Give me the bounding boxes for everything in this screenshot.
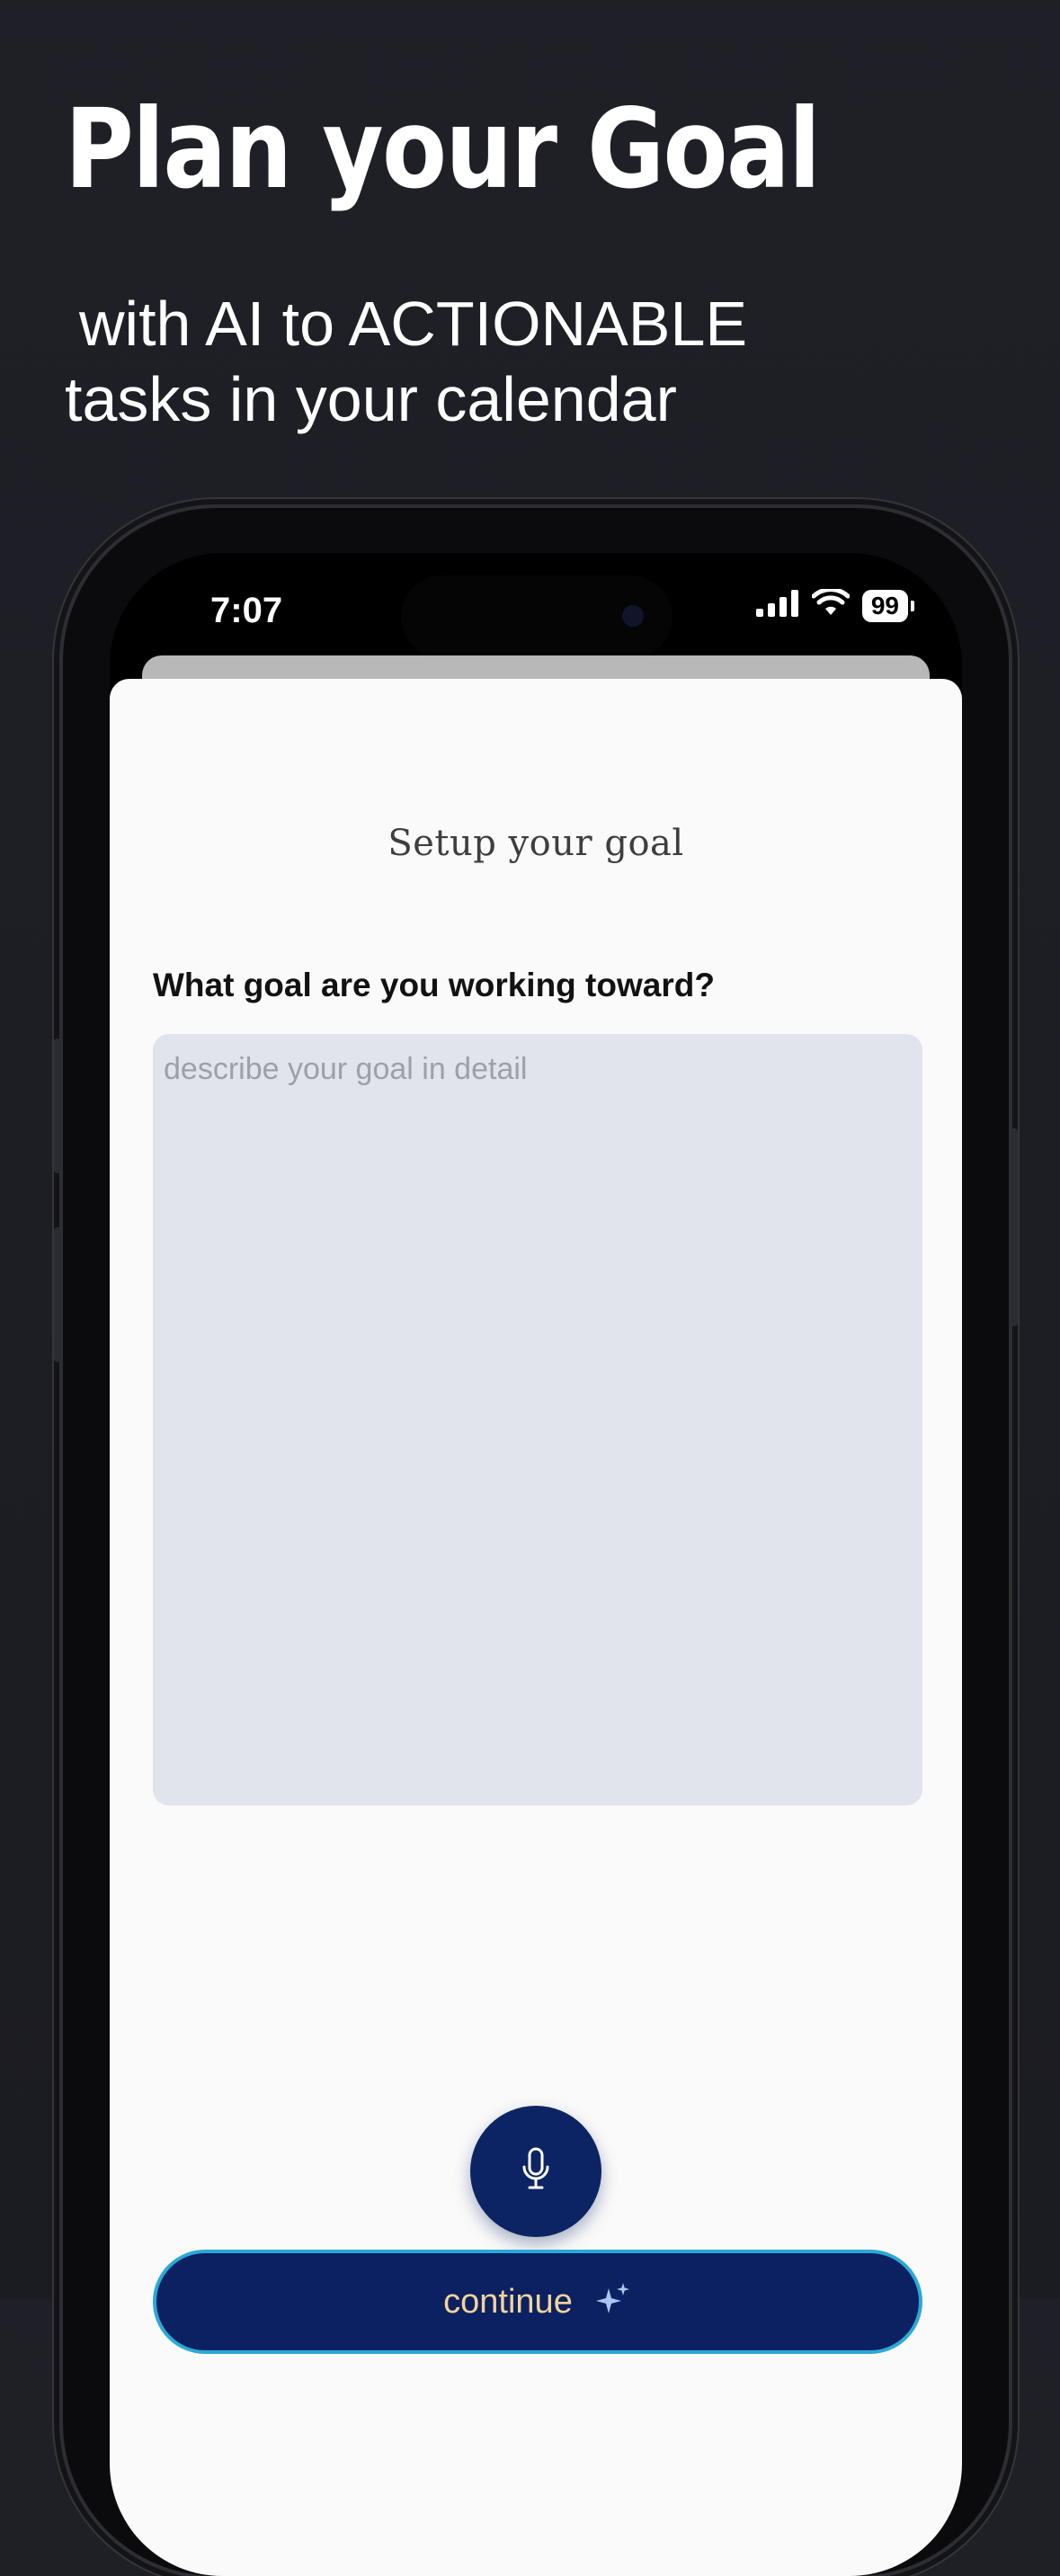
voice-input-button[interactable] <box>470 2106 601 2237</box>
status-time: 7:07 <box>210 591 283 630</box>
continue-button[interactable]: continue <box>153 2250 922 2354</box>
hero-title: Plan your Goal <box>65 85 821 213</box>
continue-label: continue <box>443 2282 573 2321</box>
sparkles-icon <box>594 2281 632 2323</box>
phone-frame: 7:07 99 Setup your goal What goal are yo… <box>54 508 1018 2576</box>
phone-screen: 7:07 99 Setup your goal What goal are yo… <box>110 553 962 2576</box>
hero-subtitle-line-2: tasks in your calendar <box>65 364 677 434</box>
goal-description-input[interactable] <box>153 1034 922 1805</box>
battery-icon: 99 <box>861 589 915 622</box>
cellular-signal-icon <box>755 590 799 621</box>
hero-subtitle-line-1: with AI to ACTIONABLE <box>79 289 748 359</box>
power-button <box>1011 1128 1018 1326</box>
volume-button <box>54 1227 61 1362</box>
goal-question-label: What goal are you working toward? <box>153 967 715 1003</box>
camera-icon <box>622 605 644 627</box>
sheet-title: Setup your goal <box>387 823 684 864</box>
dynamic-island <box>401 575 673 658</box>
goal-setup-sheet: Setup your goal What goal are you workin… <box>110 679 962 2576</box>
status-bar: 7:07 99 <box>110 553 962 661</box>
wifi-icon <box>811 587 851 622</box>
action-button <box>54 1038 61 1173</box>
hero-subtitle: with AI to ACTIONABLE tasks in your calen… <box>65 286 964 437</box>
status-icons: 99 <box>755 587 915 622</box>
microphone-icon <box>521 2147 551 2197</box>
